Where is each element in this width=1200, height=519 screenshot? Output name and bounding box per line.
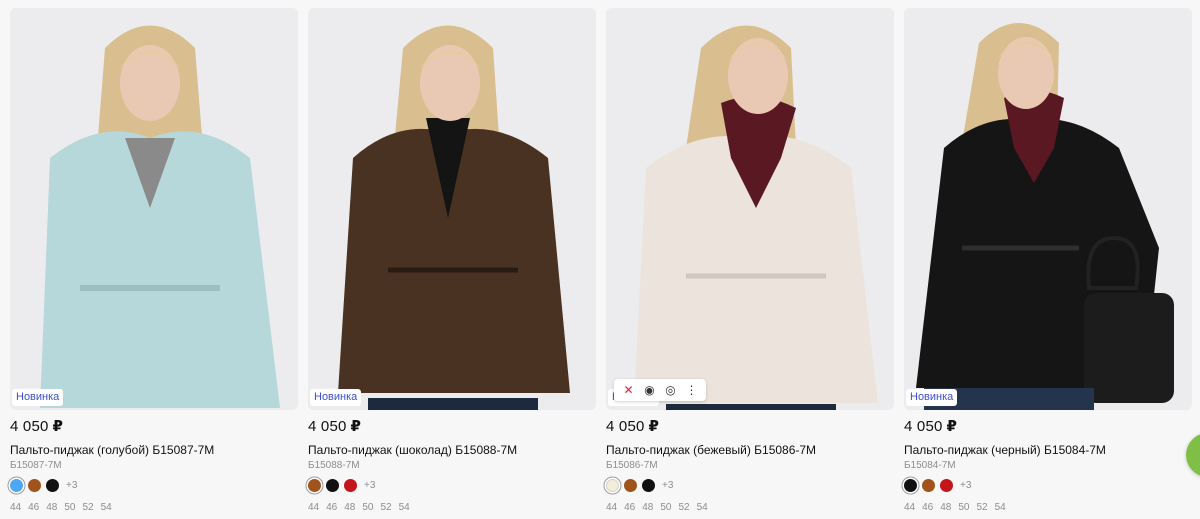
more-vertical-icon[interactable]: ⋮ <box>684 384 700 396</box>
size-option[interactable]: 48 <box>642 502 653 513</box>
more-colors-count[interactable]: +3 <box>960 480 971 491</box>
product-card[interactable]: Новинка 4 050 ₽ Пальто-пиджак (черный) Б1… <box>904 8 1192 519</box>
size-list: 44 46 48 50 52 54 <box>904 502 1006 513</box>
currency-symbol: ₽ <box>648 418 660 435</box>
product-photo[interactable]: Новинка <box>904 8 1192 410</box>
new-badge: Новинка <box>310 389 362 406</box>
color-swatch-brown[interactable] <box>28 479 41 492</box>
color-swatch-black[interactable] <box>326 479 339 492</box>
product-title-link[interactable]: Пальто-пиджак (голубой) Б15087-7М <box>10 443 214 457</box>
size-option[interactable]: 44 <box>308 502 319 513</box>
size-option[interactable]: 46 <box>28 502 39 513</box>
model-photo-illustration <box>904 8 1192 410</box>
size-list: 44 46 48 50 52 54 <box>308 502 410 513</box>
product-sku: Б15086-7М <box>606 460 658 471</box>
size-option[interactable]: 54 <box>995 502 1006 513</box>
currency-symbol: ₽ <box>350 418 362 435</box>
color-swatch-black[interactable] <box>642 479 655 492</box>
size-option[interactable]: 48 <box>940 502 951 513</box>
color-swatch-black[interactable] <box>904 479 917 492</box>
product-sku: Б15084-7М <box>904 460 956 471</box>
close-icon[interactable]: ✕ <box>621 384 637 396</box>
size-option[interactable]: 54 <box>399 502 410 513</box>
model-photo-illustration <box>10 8 298 410</box>
more-colors-count[interactable]: +3 <box>662 480 673 491</box>
product-title-link[interactable]: Пальто-пиджак (черный) Б15084-7М <box>904 443 1106 457</box>
price-value: 4 050 <box>606 418 645 435</box>
product-card[interactable]: Новинка ✕ ◉ ◎ ⋮ 4 050₽ Пальто-пиджак (бе… <box>606 8 894 519</box>
color-swatches: +3 <box>606 479 673 492</box>
new-badge: Новинка <box>906 389 958 406</box>
color-swatch-brown[interactable] <box>308 479 321 492</box>
size-list: 44 46 48 50 52 54 <box>10 502 112 513</box>
color-swatch-black[interactable] <box>46 479 59 492</box>
product-card[interactable]: Новинка 4 050 ₽ Пальто-пиджак (голубой) Б… <box>10 8 298 519</box>
size-option[interactable]: 50 <box>958 502 969 513</box>
size-option[interactable]: 46 <box>326 502 337 513</box>
color-swatch-red[interactable] <box>344 479 357 492</box>
size-option[interactable]: 52 <box>83 502 94 513</box>
size-option[interactable]: 54 <box>101 502 112 513</box>
color-swatch-brown[interactable] <box>922 479 935 492</box>
size-option[interactable]: 52 <box>381 502 392 513</box>
price-value: 4 050 <box>308 418 347 435</box>
currency-symbol: ₽ <box>52 418 64 435</box>
size-option[interactable]: 46 <box>922 502 933 513</box>
size-option[interactable]: 48 <box>46 502 57 513</box>
size-option[interactable]: 44 <box>606 502 617 513</box>
product-price: 4 050 ₽ <box>606 417 659 435</box>
price-value: 4 050 <box>904 418 943 435</box>
color-swatches: +3 <box>10 479 77 492</box>
size-option[interactable]: 52 <box>977 502 988 513</box>
more-colors-count[interactable]: +3 <box>364 480 375 491</box>
size-option[interactable]: 44 <box>904 502 915 513</box>
product-title-link[interactable]: Пальто-пиджак (бежевый) Б15086-7М <box>606 443 816 457</box>
product-photo[interactable]: Новинка <box>308 8 596 410</box>
size-option[interactable]: 54 <box>697 502 708 513</box>
color-swatches: +3 <box>308 479 375 492</box>
model-photo-illustration <box>606 8 894 410</box>
color-swatch-red[interactable] <box>940 479 953 492</box>
camera-icon[interactable]: ◎ <box>663 384 679 396</box>
product-price: 4 050 ₽ <box>904 417 957 435</box>
size-option[interactable]: 50 <box>660 502 671 513</box>
currency-symbol: ₽ <box>946 418 958 435</box>
product-price: 4 050 ₽ <box>308 417 361 435</box>
price-value: 4 050 <box>10 418 49 435</box>
image-hover-toolbar: ✕ ◉ ◎ ⋮ <box>614 379 706 401</box>
size-list: 44 46 48 50 52 54 <box>606 502 708 513</box>
size-option[interactable]: 46 <box>624 502 635 513</box>
product-price: 4 050 ₽ <box>10 417 63 435</box>
size-option[interactable]: 50 <box>362 502 373 513</box>
product-card[interactable]: Новинка 4 050 ₽ Пальто-пиджак (шоколад) Б… <box>308 8 596 519</box>
size-option[interactable]: 50 <box>64 502 75 513</box>
eye-icon[interactable]: ◉ <box>642 384 658 396</box>
product-grid: Новинка 4 050 ₽ Пальто-пиджак (голубой) Б… <box>10 8 1192 519</box>
color-swatch-brown[interactable] <box>624 479 637 492</box>
product-photo[interactable]: Новинка ✕ ◉ ◎ ⋮ <box>606 8 894 410</box>
more-colors-count[interactable]: +3 <box>66 480 77 491</box>
color-swatch-beige[interactable] <box>606 479 619 492</box>
color-swatches: +3 <box>904 479 971 492</box>
size-option[interactable]: 52 <box>679 502 690 513</box>
color-swatch-blue[interactable] <box>10 479 23 492</box>
new-badge: Новинка <box>12 389 64 406</box>
size-option[interactable]: 44 <box>10 502 21 513</box>
size-option[interactable]: 48 <box>344 502 355 513</box>
product-photo[interactable]: Новинка <box>10 8 298 410</box>
product-title-link[interactable]: Пальто-пиджак (шоколад) Б15088-7М <box>308 443 517 457</box>
product-sku: Б15087-7М <box>10 460 62 471</box>
product-sku: Б15088-7М <box>308 460 360 471</box>
model-photo-illustration <box>308 8 596 410</box>
